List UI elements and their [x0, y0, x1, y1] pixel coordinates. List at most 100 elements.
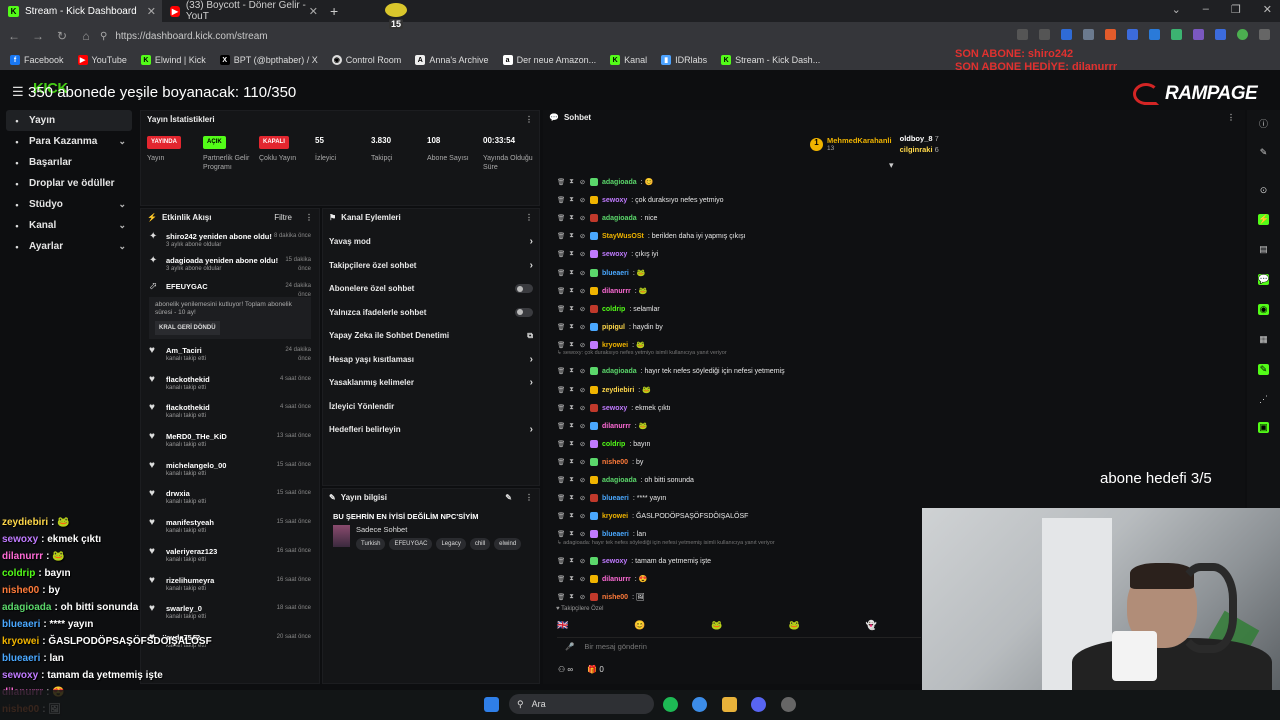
- reload-icon[interactable]: ↻: [56, 29, 68, 43]
- category-name[interactable]: Sadece Sohbet: [356, 525, 521, 534]
- emote-icon[interactable]: 👻: [866, 620, 877, 631]
- ban-icon[interactable]: ⊘: [579, 494, 586, 502]
- stream-tag[interactable]: chill: [469, 538, 491, 550]
- channel-action-2[interactable]: Abonelere özel sohbet: [323, 277, 539, 301]
- delete-icon[interactable]: 🗑: [557, 575, 565, 583]
- ban-icon[interactable]: ⊘: [579, 512, 586, 520]
- timeout-icon[interactable]: ⧗: [568, 494, 575, 502]
- chat-username[interactable]: nishe00: [602, 594, 628, 601]
- back-icon[interactable]: ←: [8, 29, 20, 43]
- delete-icon[interactable]: 🗑: [557, 323, 565, 331]
- sidebar-item-3[interactable]: • Droplar ve ödüller: [0, 173, 138, 194]
- more-icon[interactable]: ⋮: [525, 115, 533, 124]
- ban-icon[interactable]: ⊘: [579, 593, 586, 601]
- avatar[interactable]: [1237, 29, 1248, 40]
- file-explorer-icon[interactable]: [722, 697, 737, 712]
- bookmark-amazon[interactable]: a Der neue Amazon...: [502, 55, 596, 65]
- sidebar-item-0[interactable]: • Yayın: [6, 110, 132, 131]
- chat-input[interactable]: 🎤 Bir mesaj gönderin: [557, 637, 921, 655]
- gifter-1[interactable]: 1 MehmedKarahanli 13: [810, 133, 892, 155]
- menu-icon[interactable]: ☰: [12, 84, 24, 100]
- chat-username[interactable]: blueaeri: [602, 495, 629, 502]
- timeout-icon[interactable]: ⧗: [568, 476, 575, 484]
- bookmark-kanal[interactable]: K Kanal: [610, 55, 647, 65]
- delete-icon[interactable]: 🗑: [557, 440, 565, 448]
- delete-icon[interactable]: 🗑: [557, 367, 565, 375]
- bookmark-idrlabs[interactable]: ▮ IDRlabs: [661, 55, 707, 65]
- share-icon[interactable]: ⋰: [1258, 394, 1269, 405]
- ban-icon[interactable]: ⊘: [579, 557, 586, 565]
- chat-username[interactable]: sewoxy: [602, 558, 627, 565]
- tab-youtube[interactable]: ▶ (33) Boycott - Döner Gelir - YouT ✕: [162, 0, 324, 22]
- ban-icon[interactable]: ⊘: [579, 196, 586, 204]
- delete-icon[interactable]: 🗑: [557, 422, 565, 430]
- bookmark-annas-archive[interactable]: A Anna's Archive: [415, 55, 489, 65]
- broadcast-icon[interactable]: ◉: [1258, 304, 1269, 315]
- delete-icon[interactable]: 🗑: [557, 494, 565, 502]
- timeout-icon[interactable]: ⧗: [568, 232, 575, 240]
- chat-username[interactable]: adagioada: [602, 215, 637, 222]
- chrome-icon[interactable]: [692, 697, 707, 712]
- lightning-icon[interactable]: ⚡: [1258, 214, 1269, 225]
- ban-icon[interactable]: ⊘: [579, 440, 586, 448]
- bookmark-bpt[interactable]: X BPT (@bpthaber) / X: [219, 55, 318, 65]
- taskbar-search[interactable]: ⚲ Ara: [509, 694, 654, 714]
- channel-action-0[interactable]: Yavaş mod ›: [323, 230, 539, 254]
- more-icon[interactable]: ⋮: [525, 493, 533, 502]
- emote-icon[interactable]: 🐸: [789, 620, 800, 631]
- extension-icon[interactable]: [1105, 29, 1116, 40]
- minimize-icon[interactable]: –: [1203, 3, 1209, 16]
- sidebar-item-5[interactable]: • Kanal ⌄: [0, 215, 138, 236]
- toggle-switch[interactable]: [515, 284, 533, 294]
- mic-icon[interactable]: 🎤: [565, 642, 574, 651]
- delete-icon[interactable]: 🗑: [557, 232, 565, 240]
- delete-icon[interactable]: 🗑: [557, 530, 565, 538]
- timeout-icon[interactable]: ⧗: [568, 367, 575, 375]
- more-icon[interactable]: ⋮: [525, 213, 533, 222]
- extension-icon[interactable]: [1127, 29, 1138, 40]
- extension-icon[interactable]: [1171, 29, 1182, 40]
- more-icon[interactable]: ⋮: [1227, 113, 1235, 122]
- more-icon[interactable]: ⋮: [305, 213, 313, 222]
- chat-username[interactable]: adagioada: [602, 368, 637, 375]
- timeout-icon[interactable]: ⧗: [568, 250, 575, 258]
- chat-username[interactable]: zeydiebiri: [602, 387, 634, 394]
- info-icon[interactable]: ⓘ: [1258, 117, 1269, 129]
- new-tab-button[interactable]: +: [330, 3, 338, 19]
- ban-icon[interactable]: ⊘: [579, 250, 586, 258]
- ban-icon[interactable]: ⊘: [579, 422, 586, 430]
- ban-icon[interactable]: ⊘: [579, 323, 586, 331]
- channel-action-7[interactable]: İzleyici Yönlendir: [323, 395, 539, 419]
- obs-icon[interactable]: [781, 697, 796, 712]
- delete-icon[interactable]: 🗑: [557, 250, 565, 258]
- chat-username[interactable]: dilanurrr: [602, 288, 631, 295]
- close-icon[interactable]: ✕: [1263, 3, 1272, 16]
- chat-username[interactable]: coldrip: [602, 306, 625, 313]
- edit-icon[interactable]: ✎: [505, 493, 512, 502]
- chat-username[interactable]: dilanurrr: [602, 423, 631, 430]
- timeout-icon[interactable]: ⧗: [568, 422, 575, 430]
- ban-icon[interactable]: ⊘: [579, 386, 586, 394]
- delete-icon[interactable]: 🗑: [557, 178, 565, 186]
- timeout-icon[interactable]: ⧗: [568, 305, 575, 313]
- timeout-icon[interactable]: ⧗: [568, 530, 575, 538]
- chat-username[interactable]: pipigul: [602, 324, 625, 331]
- url-field[interactable]: ⚲ https://dashboard.kick.com/stream: [100, 26, 1000, 46]
- channel-action-6[interactable]: Yasaklanmış kelimeler ›: [323, 371, 539, 395]
- timeout-icon[interactable]: ⧗: [568, 593, 575, 601]
- flag-emote-icon[interactable]: 🇬🇧: [557, 620, 568, 631]
- bookmark-youtube[interactable]: ▶ YouTube: [77, 55, 127, 65]
- timeout-icon[interactable]: ⧗: [568, 196, 575, 204]
- gifter-2[interactable]: oldboy_8 7: [900, 133, 939, 144]
- toggle-switch[interactable]: [515, 307, 533, 317]
- home-icon[interactable]: ⌂: [80, 29, 92, 43]
- chat-username[interactable]: kryowei: [602, 342, 628, 349]
- ban-icon[interactable]: ⊘: [579, 269, 586, 277]
- stream-tag[interactable]: EFEUYGAC: [389, 538, 433, 550]
- chevron-down-icon[interactable]: ▾: [889, 160, 894, 171]
- channel-action-5[interactable]: Hesap yaşı kısıtlaması ›: [323, 348, 539, 372]
- spotify-icon[interactable]: [663, 697, 678, 712]
- timeout-icon[interactable]: ⧗: [568, 323, 575, 331]
- emote-icon[interactable]: 🐸: [711, 620, 722, 631]
- delete-icon[interactable]: 🗑: [557, 341, 565, 349]
